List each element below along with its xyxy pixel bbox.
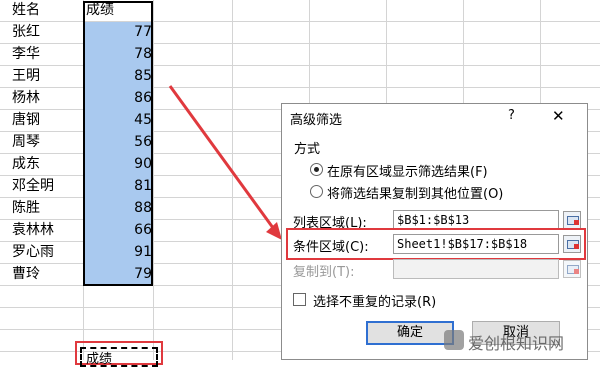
list-range-input[interactable]: $B$1:$B$13 <box>393 210 559 230</box>
dialog-titlebar[interactable]: 高级筛选 ? ✕ <box>282 104 587 130</box>
unique-records-checkbox[interactable] <box>293 293 306 306</box>
criteria-range-label: 条件区域(C): <box>293 240 369 255</box>
copy-to-label: 复制到(T): <box>293 265 355 280</box>
advanced-filter-dialog: 高级筛选 ? ✕ 方式 在原有区域显示筛选结果(F) 将筛选结果复制到其他位置(… <box>281 103 588 360</box>
arrow-head <box>266 222 282 240</box>
ok-button[interactable]: 确定 <box>366 321 454 345</box>
arrow-line <box>168 85 278 233</box>
close-icon[interactable]: ✕ <box>552 107 565 125</box>
dialog-title: 高级筛选 <box>290 113 343 128</box>
criteria-range-input[interactable]: Sheet1!$B$17:$B$18 <box>393 234 559 254</box>
copy-to-picker-icon[interactable] <box>563 260 581 278</box>
option-copy-radio[interactable] <box>310 185 323 198</box>
watermark-text: 爱创根知识网 <box>468 334 565 353</box>
copy-to-input[interactable] <box>393 259 559 279</box>
help-button[interactable]: ? <box>508 108 515 123</box>
criteria-range-picker-icon[interactable] <box>563 235 581 253</box>
option-in-place-radio[interactable] <box>310 163 323 176</box>
list-range-picker-icon[interactable] <box>563 211 581 229</box>
unique-records-label[interactable]: 选择不重复的记录(R) <box>313 291 436 310</box>
watermark-logo <box>444 330 464 350</box>
option-in-place-label[interactable]: 在原有区域显示筛选结果(F) <box>327 161 488 180</box>
mode-group-label: 方式 <box>294 142 321 157</box>
option-copy-label[interactable]: 将筛选结果复制到其他位置(O) <box>327 183 503 202</box>
